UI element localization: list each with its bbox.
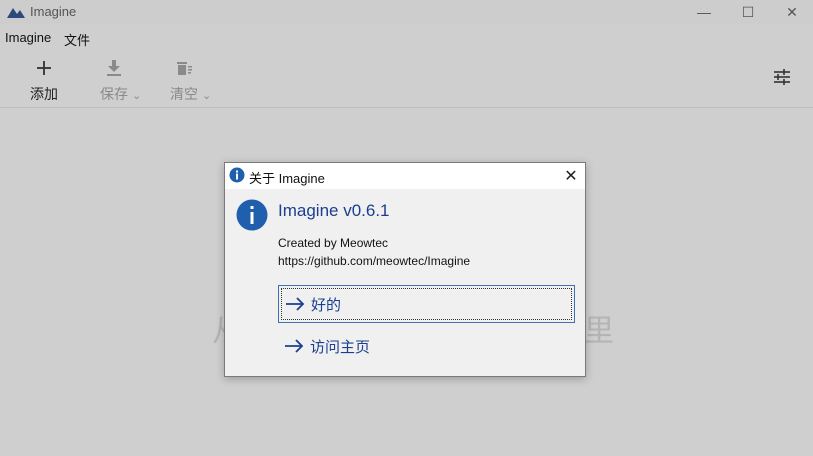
main-title-bar: Imagine — ☐ ✕: [0, 0, 813, 24]
info-icon: [229, 167, 245, 183]
app-title: Imagine: [30, 4, 77, 19]
download-icon: [107, 60, 121, 76]
save-chevron-down-icon: ⌄: [132, 90, 142, 102]
add-label: 添加: [30, 86, 58, 102]
menu-item-file[interactable]: 文件: [64, 30, 90, 49]
placeholder-text-right: 里: [584, 315, 614, 348]
minimize-button[interactable]: —: [682, 0, 726, 24]
dialog-close-button[interactable]: ✕: [559, 165, 583, 187]
ok-button-label: 好的: [311, 296, 342, 314]
app-logo-icon: [7, 8, 25, 18]
dialog-title-bar: 关于 Imagine ✕: [225, 163, 585, 189]
menu-item-imagine[interactable]: Imagine: [5, 30, 51, 45]
maximize-button[interactable]: ☐: [726, 0, 770, 24]
about-dialog: 关于 Imagine ✕ Imagine v0.6.1 Created by M…: [224, 162, 586, 377]
menu-bar: Imagine 文件: [0, 27, 813, 49]
settings-sliders-icon[interactable]: [772, 68, 792, 86]
info-large-icon: [236, 199, 268, 231]
trash-icon: [177, 62, 192, 75]
clear-label: 清空 ⌄: [170, 86, 212, 102]
visit-homepage-button[interactable]: 访问主页: [278, 327, 575, 365]
close-window-button[interactable]: ✕: [770, 0, 813, 24]
repo-url-text: https://github.com/meowtec/Imagine: [278, 254, 471, 268]
clear-chevron-down-icon: ⌄: [202, 90, 212, 102]
dialog-title: 关于 Imagine: [249, 171, 325, 186]
arrow-right-icon: [285, 339, 304, 353]
ok-button[interactable]: 好的: [278, 285, 575, 323]
dialog-heading: Imagine v0.6.1: [278, 201, 390, 220]
visit-homepage-label: 访问主页: [310, 338, 371, 356]
created-by-text: Created by Meowtec: [278, 236, 389, 250]
arrow-right-icon: [286, 297, 305, 311]
toolbar: 添加 保存 ⌄ 清空 ⌄: [0, 54, 813, 108]
plus-icon: [37, 61, 51, 75]
save-label: 保存 ⌄: [100, 86, 142, 102]
